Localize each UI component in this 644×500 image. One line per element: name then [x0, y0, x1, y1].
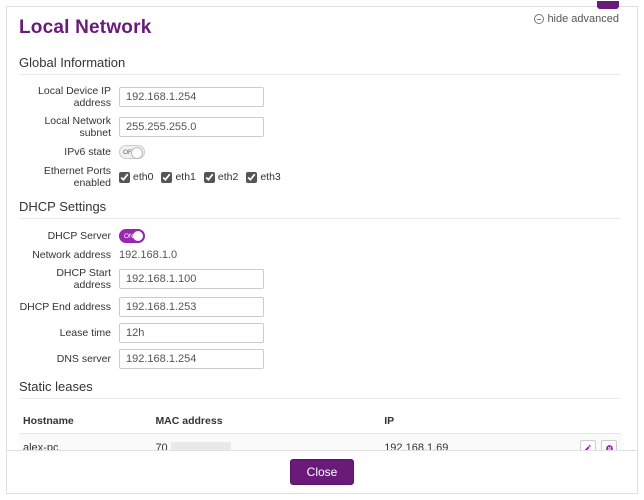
- cell-hostname: alex-pc: [19, 434, 151, 451]
- label-network-address: Network address: [19, 249, 119, 261]
- input-local-ip[interactable]: [119, 87, 264, 107]
- label-dhcp-server: DHCP Server: [19, 230, 119, 242]
- input-dhcp-start[interactable]: [119, 269, 264, 289]
- divider: [19, 398, 621, 399]
- input-lease-time[interactable]: [119, 323, 264, 343]
- table-row: alex-pc 70 192.168.1.69: [19, 434, 621, 451]
- label-subnet: Local Network subnet: [19, 115, 119, 139]
- static-leases-table: Hostname MAC address IP alex-pc 70 192.1…: [19, 409, 621, 450]
- section-dhcp: DHCP Settings: [19, 199, 621, 214]
- delete-lease-button[interactable]: [601, 440, 617, 450]
- input-dns-server[interactable]: [119, 349, 264, 369]
- col-mac: MAC address: [151, 409, 380, 434]
- hide-advanced-label: hide advanced: [547, 13, 619, 25]
- page-title: Local Network: [19, 17, 621, 39]
- divider: [19, 74, 621, 75]
- local-network-panel: hide advanced Local Network Global Infor…: [6, 6, 638, 494]
- minus-circle-icon: [534, 14, 544, 24]
- label-lease-time: Lease time: [19, 327, 119, 339]
- input-dhcp-end[interactable]: [119, 297, 264, 317]
- checkbox-eth2[interactable]: eth2: [204, 171, 238, 183]
- col-hostname: Hostname: [19, 409, 151, 434]
- panel-footer: Close: [7, 450, 637, 493]
- label-dhcp-start: DHCP Start address: [19, 267, 119, 291]
- toggle-ipv6[interactable]: OFF: [119, 145, 145, 159]
- checkbox-eth3[interactable]: eth3: [246, 171, 280, 183]
- label-local-ip: Local Device IP address: [19, 85, 119, 109]
- section-global-info: Global Information: [19, 55, 621, 70]
- hide-advanced-toggle[interactable]: hide advanced: [534, 13, 619, 25]
- redacted-mac: [171, 442, 231, 450]
- label-dhcp-end: DHCP End address: [19, 301, 119, 313]
- edit-lease-button[interactable]: [580, 440, 596, 450]
- header-accent: [597, 1, 619, 9]
- input-subnet[interactable]: [119, 117, 264, 137]
- section-static-leases: Static leases: [19, 379, 621, 394]
- value-network-address: 192.168.1.0: [119, 249, 177, 261]
- label-dns-server: DNS server: [19, 353, 119, 365]
- cell-ip: 192.168.1.69: [380, 434, 561, 451]
- label-eth-ports: Ethernet Ports enabled: [19, 165, 119, 189]
- cell-mac: 70: [151, 434, 380, 451]
- divider: [19, 218, 621, 219]
- toggle-dhcp-server[interactable]: ON: [119, 229, 145, 243]
- checkbox-eth0[interactable]: eth0: [119, 171, 153, 183]
- col-ip: IP: [380, 409, 561, 434]
- close-button[interactable]: Close: [290, 459, 355, 485]
- label-ipv6-state: IPv6 state: [19, 146, 119, 158]
- checkbox-eth1[interactable]: eth1: [161, 171, 195, 183]
